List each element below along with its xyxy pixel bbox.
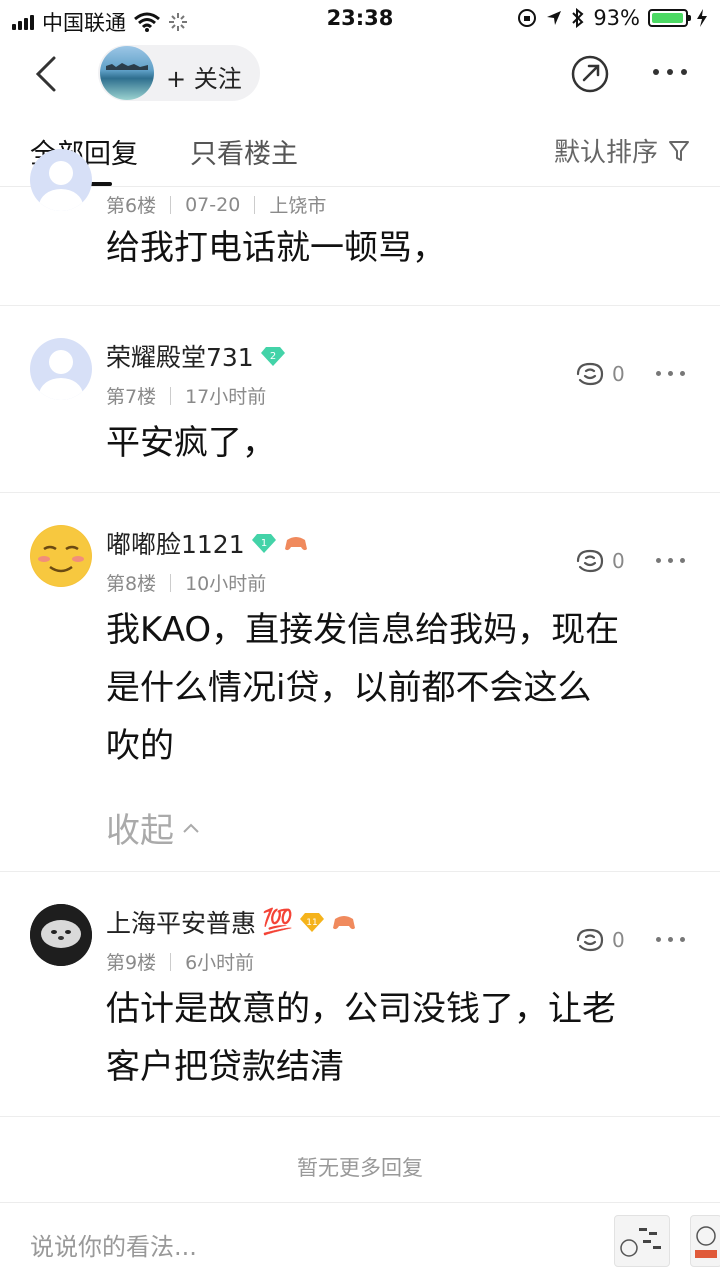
orientation-lock-icon: [518, 9, 537, 27]
like-button[interactable]: 0: [574, 926, 625, 954]
sort-label: 默认排序: [553, 138, 658, 168]
comment-time: 10小时前: [185, 573, 267, 595]
comment-text-line: 吹的: [106, 726, 174, 766]
username[interactable]: 嘟嘟脸1121: [106, 525, 245, 561]
avatar[interactable]: [30, 149, 92, 211]
comment-more-icon[interactable]: [656, 934, 686, 944]
more-icon[interactable]: [650, 60, 690, 84]
comment-item: 嘟嘟脸1121 1 第8楼 10小时前 0 我KAO，直接发信息给我妈，现在 是…: [0, 493, 720, 872]
comment-text: 估计是故意的，公司没钱了，让老 客户把贷款结清: [106, 980, 696, 1096]
svg-text:11: 11: [306, 918, 317, 928]
comment-more-icon[interactable]: [656, 555, 686, 565]
comment-meta: 第8楼 10小时前: [106, 569, 266, 596]
collapse-button[interactable]: 收起: [106, 803, 200, 852]
avatar[interactable]: [30, 525, 92, 587]
gamepad-icon: [333, 916, 356, 930]
level-gem-icon: 11: [300, 913, 325, 932]
collapse-label: 收起: [106, 811, 174, 851]
like-button[interactable]: 0: [574, 547, 625, 575]
avatar[interactable]: [30, 338, 92, 400]
follow-button[interactable]: + 关注: [98, 45, 260, 101]
comment-item: 荣耀殿堂731 2 第7楼 17小时前 0 平安疯了，: [0, 306, 720, 493]
sort-button[interactable]: 默认排序: [554, 132, 690, 169]
level-gem-icon: 1: [251, 534, 276, 553]
username-row: 荣耀殿堂731 2: [106, 338, 286, 374]
comment-list: 第6楼 07-20 上饶市 给我打电话就一顿骂， 荣耀殿堂731 2 第7楼 1…: [0, 149, 720, 1117]
floor-label: 第7楼: [106, 386, 157, 408]
floor-label: 第6楼: [106, 195, 157, 217]
share-icon[interactable]: [570, 54, 610, 94]
like-icon: [576, 549, 604, 573]
status-bar: 中国联通 23:38 93%: [0, 0, 720, 36]
svg-text:1: 1: [260, 538, 266, 549]
comment-input[interactable]: 说说你的看法...: [30, 1227, 197, 1262]
battery-icon: [648, 9, 691, 27]
author-avatar: [100, 46, 154, 100]
comment-meta: 第9楼 6小时前: [106, 948, 254, 975]
comment-text-line: 是什么情况i贷，以前都不会这么: [106, 668, 592, 708]
tab-only-op[interactable]: 只看楼主: [190, 132, 298, 171]
comment-more-icon[interactable]: [656, 368, 686, 378]
username-row: 上海平安普惠 💯 11: [106, 904, 357, 940]
comment-date: 07-20: [185, 193, 241, 216]
like-icon: [576, 362, 604, 386]
comment-time: 6小时前: [185, 952, 255, 974]
like-count: 0: [612, 362, 625, 386]
like-count: 0: [612, 928, 625, 952]
reply-tabs: 全部回复 只看楼主 默认排序: [0, 120, 720, 187]
svg-text:2: 2: [270, 351, 276, 362]
chevron-up-icon: [183, 823, 199, 833]
username-row: 嘟嘟脸1121 1: [106, 525, 309, 561]
comment-meta: 第6楼 07-20 上饶市: [106, 191, 326, 218]
like-button[interactable]: 0: [574, 360, 625, 388]
like-icon: [576, 928, 604, 952]
comment-location: 上饶市: [269, 195, 327, 217]
gamepad-icon: [284, 537, 307, 551]
sticker-button[interactable]: [614, 1215, 670, 1267]
comment-text-line: 我KAO，直接发信息给我妈，现在: [106, 610, 620, 650]
top-nav: + 关注: [0, 40, 720, 110]
floor-label: 第8楼: [106, 573, 157, 595]
follow-label: + 关注: [166, 65, 242, 93]
comment-text-line: 估计是故意的，公司没钱了，让老: [106, 989, 616, 1029]
hundred-emoji: 💯: [262, 907, 294, 936]
bluetooth-icon: [572, 8, 584, 28]
comment-item: 上海平安普惠 💯 11 第9楼 6小时前 0 估计是故意的，公司没钱了，让老 客…: [0, 872, 720, 1117]
filter-icon: [669, 140, 689, 161]
back-icon[interactable]: [28, 52, 68, 96]
username[interactable]: 上海平安普惠: [106, 904, 256, 940]
comment-text: 平安疯了，: [106, 423, 276, 463]
no-more-replies: 暂无更多回复: [297, 1156, 423, 1180]
comment-composer: 说说你的看法...: [0, 1202, 720, 1281]
charging-icon: [697, 9, 707, 27]
level-gem-icon: 2: [260, 347, 285, 366]
comment-time: 17小时前: [185, 386, 267, 408]
comment-text: 给我打电话就一顿骂，: [106, 228, 446, 268]
like-count: 0: [612, 549, 625, 573]
comment-meta: 第7楼 17小时前: [106, 382, 266, 409]
avatar[interactable]: [30, 904, 92, 966]
floor-label: 第9楼: [106, 952, 157, 974]
comment-text: 我KAO，直接发信息给我妈，现在 是什么情况i贷，以前都不会这么 吹的: [106, 601, 696, 775]
battery-percent: 93%: [593, 6, 640, 30]
comment-text-line: 客户把贷款结清: [106, 1047, 344, 1087]
comment-item: 第6楼 07-20 上饶市 给我打电话就一顿骂，: [0, 149, 720, 306]
location-icon: [547, 11, 562, 25]
username[interactable]: 荣耀殿堂731: [106, 338, 254, 374]
sticker-button[interactable]: [690, 1215, 720, 1267]
